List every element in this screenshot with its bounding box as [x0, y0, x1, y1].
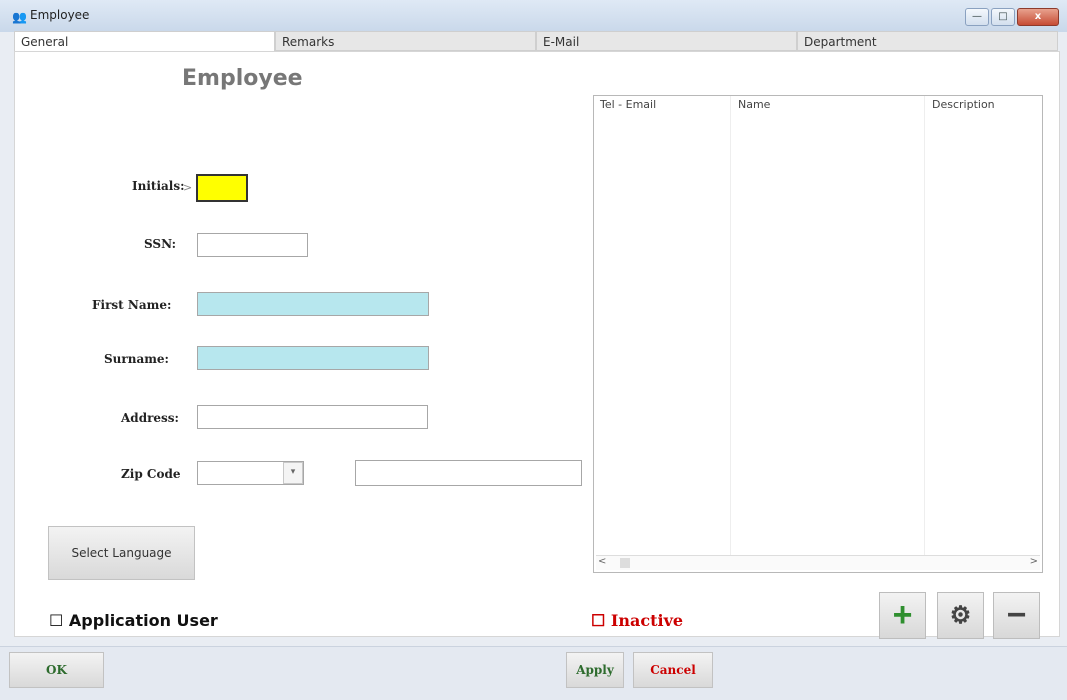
scroll-right-icon[interactable]: > [1030, 556, 1038, 567]
minimize-button[interactable]: — [965, 8, 989, 26]
select-language-button[interactable]: Select Language [48, 526, 195, 580]
remove-contact-button[interactable]: − [993, 592, 1040, 639]
employee-window: 👥 Employee — □ x General Remarks E-Mail … [0, 0, 1067, 700]
initials-arrow: > [183, 181, 193, 194]
zip-code-label: Zip Code [121, 467, 181, 481]
gear-icon: ⚙ [949, 602, 972, 629]
surname-label: Surname: [104, 352, 169, 366]
apply-button[interactable]: Apply [566, 652, 624, 688]
form-heading: Employee [182, 66, 303, 91]
tab-general[interactable]: General [14, 31, 275, 53]
plus-icon: + [892, 596, 913, 634]
tab-email[interactable]: E-Mail [536, 31, 797, 51]
first-name-field[interactable] [197, 292, 429, 316]
cancel-button[interactable]: Cancel [633, 652, 713, 688]
bottom-button-bar: OK Apply Cancel [0, 646, 1067, 700]
column-header-description[interactable]: Description [932, 98, 995, 111]
application-user-checkbox[interactable]: ☐ Application User [49, 611, 218, 630]
title-bar: 👥 Employee — □ x [0, 0, 1067, 32]
inactive-checkbox[interactable]: ☐ Inactive [591, 611, 683, 630]
scroll-left-icon[interactable]: < [598, 556, 606, 567]
contacts-table: Tel - Email Name Description < > [593, 95, 1043, 573]
surname-field[interactable] [197, 346, 429, 370]
address-field[interactable] [197, 405, 428, 429]
edit-contact-button[interactable]: ⚙ [937, 592, 984, 639]
scroll-thumb[interactable] [620, 558, 630, 568]
city-field[interactable] [355, 460, 582, 486]
add-contact-button[interactable]: + [879, 592, 926, 639]
address-label: Address: [121, 411, 179, 425]
column-header-name[interactable]: Name [738, 98, 770, 111]
horizontal-scrollbar[interactable]: < > [596, 555, 1040, 570]
ok-button[interactable]: OK [9, 652, 104, 688]
column-divider [730, 96, 731, 556]
initials-field[interactable] [196, 174, 248, 202]
first-name-label: First Name: [92, 298, 172, 312]
tab-remarks[interactable]: Remarks [275, 31, 536, 51]
tab-department[interactable]: Department [797, 31, 1058, 51]
window-title: Employee [30, 8, 90, 22]
ssn-field[interactable] [197, 233, 308, 257]
ssn-label: SSN: [144, 237, 177, 251]
close-button[interactable]: x [1017, 8, 1059, 26]
column-header-tel-email[interactable]: Tel - Email [600, 98, 656, 111]
employee-app-icon: 👥 [12, 10, 27, 24]
maximize-button[interactable]: □ [991, 8, 1015, 26]
minus-icon: − [1006, 596, 1027, 634]
zip-code-dropdown-icon[interactable]: ▾ [283, 462, 303, 484]
initials-label: Initials: [132, 179, 185, 193]
column-divider [924, 96, 925, 556]
